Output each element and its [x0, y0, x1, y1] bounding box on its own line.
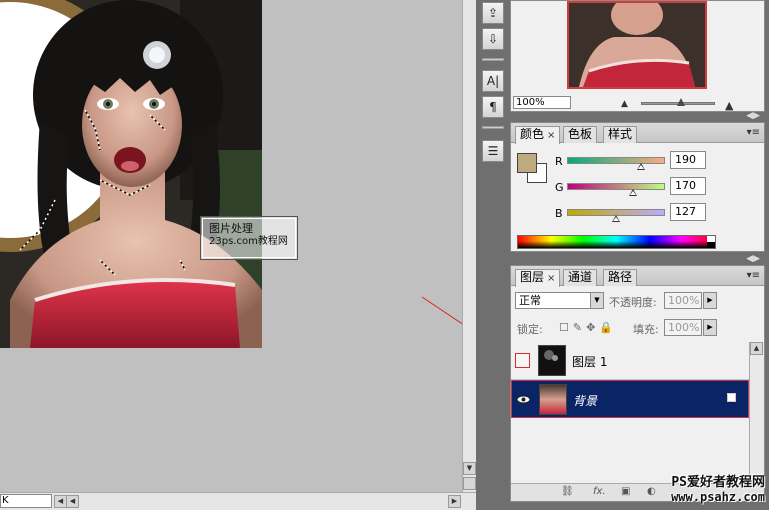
green-label: G — [555, 181, 564, 194]
eye-icon[interactable] — [516, 392, 531, 407]
opacity-arrow-icon[interactable]: ▶ — [703, 292, 717, 309]
site-watermark: PS爱好者教程网 www.psahz.com — [671, 471, 765, 504]
add-mask-icon[interactable]: ▣ — [621, 486, 630, 497]
red-value-input[interactable]: 190 — [670, 151, 706, 169]
dock-separator — [482, 58, 504, 61]
image-watermark: 图片处理 23ps.com教程网 — [200, 216, 298, 260]
layers-down-icon[interactable]: ⇩ — [482, 28, 504, 50]
black-white-swatch[interactable] — [707, 236, 715, 248]
tab-color[interactable]: 颜色 × — [515, 126, 561, 144]
scroll-corner — [463, 477, 476, 490]
tab-channels[interactable]: 通道 — [563, 269, 598, 286]
tab-styles[interactable]: 样式 — [603, 126, 638, 143]
fill-input[interactable]: 100% — [664, 319, 702, 336]
tab-label: 图层 — [520, 270, 545, 284]
foreground-color-swatch[interactable] — [517, 153, 537, 173]
navigator-panel: 100% ▲ ▲ — [510, 0, 765, 112]
tab-layers[interactable]: 图层 × — [515, 269, 561, 287]
collapse-icon[interactable]: ◀▶ — [746, 111, 760, 121]
color-panel-tabs: 颜色 × 色板 样式 ▾≡ — [511, 123, 764, 144]
fill-arrow-icon[interactable]: ▶ — [703, 319, 717, 336]
red-slider-knob[interactable] — [637, 163, 645, 170]
canvas-horizontal-scrollbar[interactable]: ◀ ◀ ▶ — [0, 492, 476, 510]
tab-swatches[interactable]: 色板 — [563, 126, 598, 143]
layer-row[interactable]: 背景 — [511, 380, 749, 418]
blue-slider-knob[interactable] — [612, 215, 620, 222]
visibility-toggle[interactable] — [515, 353, 530, 368]
layers-panel-tabs: 图层 × 通道 路径 ▾≡ — [511, 266, 764, 287]
character-icon[interactable]: A| — [482, 70, 504, 92]
close-icon[interactable]: × — [547, 273, 555, 284]
link-layers-icon[interactable]: ⛓ — [561, 486, 574, 497]
dock-separator — [482, 126, 504, 129]
panel-menu-icon[interactable]: ▾≡ — [747, 270, 760, 281]
opacity-input[interactable]: 100% — [664, 292, 702, 309]
layer-thumbnail — [538, 345, 566, 376]
panels-column: 100% ▲ ▲ ◀▶ 颜色 × 色板 样式 ▾≡ R 190 G 170 B 1… — [510, 0, 769, 510]
panel-dock-strip: ⇪ ⇩ A| ¶ ☰ — [476, 0, 510, 510]
scroll-right-button[interactable]: ▶ — [448, 495, 461, 508]
zoom-out-icon[interactable]: ▲ — [621, 99, 628, 109]
status-zoom-field[interactable]: K — [0, 494, 52, 508]
red-slider[interactable] — [567, 157, 665, 164]
site-watermark-line-1: PS爱好者教程网 — [671, 475, 765, 490]
document-canvas[interactable]: 图片处理 23ps.com教程网 — [0, 0, 462, 492]
navigator-preview — [569, 3, 705, 87]
layer-name[interactable]: 背景 — [573, 392, 597, 409]
layer-thumbnail — [539, 384, 567, 415]
panel-menu-icon[interactable]: ▾≡ — [747, 127, 760, 138]
tab-label: 颜色 — [520, 127, 545, 141]
lock-buttons[interactable]: ☐✎✥🔒 — [559, 321, 617, 334]
fill-label: 填充: — [633, 323, 659, 336]
usb-icon[interactable]: ⇪ — [482, 2, 504, 24]
lock-icon — [727, 393, 736, 402]
site-watermark-line-2: www.psahz.com — [671, 490, 765, 504]
blend-mode-dropdown-icon[interactable]: ▼ — [590, 292, 604, 309]
color-panel: ◀▶ 颜色 × 色板 样式 ▾≡ R 190 G 170 B 127 — [510, 111, 765, 252]
scroll-down-button[interactable]: ▼ — [463, 462, 476, 475]
navigator-thumbnail[interactable] — [567, 1, 707, 89]
photo-illustration — [0, 0, 262, 348]
watermark-line-1: 图片处理 — [209, 222, 253, 235]
watermark-line-2: 23ps.com教程网 — [209, 236, 288, 247]
green-value-input[interactable]: 170 — [670, 177, 706, 195]
collapse-icon[interactable]: ◀▶ — [746, 254, 760, 264]
paragraph-icon[interactable]: ¶ — [482, 96, 504, 118]
canvas-vertical-scrollbar[interactable]: ▼ — [462, 0, 476, 492]
scroll-up-button[interactable]: ▲ — [750, 342, 763, 355]
layer-name[interactable]: 图层 1 — [572, 353, 607, 370]
blend-mode-select[interactable]: 正常 — [515, 292, 591, 309]
lock-label: 锁定: — [517, 323, 543, 336]
tab-paths[interactable]: 路径 — [603, 269, 638, 286]
color-spectrum-bar[interactable] — [517, 235, 716, 249]
green-slider[interactable] — [567, 183, 665, 190]
green-slider-knob[interactable] — [629, 189, 637, 196]
close-icon[interactable]: × — [547, 130, 555, 141]
eye-icon-glyph — [516, 395, 531, 404]
scroll-left-button-2[interactable]: ◀ — [66, 495, 79, 508]
blue-label: B — [555, 207, 563, 220]
zoom-in-icon[interactable]: ▲ — [725, 99, 733, 112]
red-label: R — [555, 155, 563, 168]
navigator-zoom-input[interactable]: 100% — [513, 96, 571, 109]
fx-icon[interactable]: fx. — [593, 486, 606, 497]
blue-value-input[interactable]: 127 — [670, 203, 706, 221]
layer-row[interactable]: 图层 1 — [511, 342, 749, 380]
adjustment-layer-icon[interactable]: ◐ — [647, 486, 656, 497]
opacity-label: 不透明度: — [609, 296, 657, 309]
layers-panel: ◀▶ 图层 × 通道 路径 ▾≡ 正常 ▼ 不透明度: 100% ▶ 锁定: ☐✎… — [510, 254, 765, 502]
photo-layer[interactable] — [0, 0, 262, 348]
navigator-zoom-knob[interactable] — [677, 98, 685, 106]
layers-scrollbar[interactable]: ▲ — [749, 342, 764, 482]
layer-thumbnail-image — [544, 350, 558, 361]
notes-icon[interactable]: ☰ — [482, 140, 504, 162]
